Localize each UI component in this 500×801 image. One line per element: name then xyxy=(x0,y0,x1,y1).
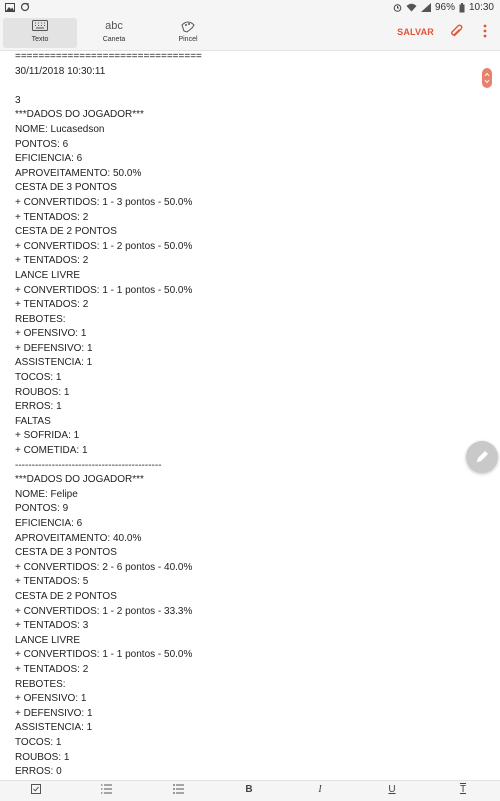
note-line: NOME: Felipe xyxy=(15,488,78,500)
note-line: + DEFENSIVO: 1 xyxy=(15,342,93,354)
note-line: TOCOS: 1 xyxy=(15,736,62,748)
numbered-list-icon xyxy=(100,784,112,794)
note-line: + CONVERTIDOS: 1 - 1 pontos - 50.0% xyxy=(15,284,193,296)
note-line: CESTA DE 3 PONTOS xyxy=(15,547,117,559)
note-line: + TENTADOS: 5 xyxy=(15,576,89,588)
note-line: ROUBOS: 1 xyxy=(15,386,70,398)
note-line: + OFENSIVO: 1 xyxy=(15,693,87,705)
keyboard-icon xyxy=(32,20,48,31)
tool-pen[interactable]: abc Caneta xyxy=(77,18,151,48)
format-bar: B I U T xyxy=(0,780,500,801)
note-line: TOCOS: 1 xyxy=(15,372,62,384)
save-button[interactable]: SALVAR xyxy=(397,27,434,37)
note-line: ERROS: 0 xyxy=(15,766,62,778)
note-line: EFICIENCIA: 6 xyxy=(15,518,83,529)
note-line: + CONVERTIDOS: 1 - 2 pontos - 33.3% xyxy=(15,605,193,617)
bullet-list-button[interactable] xyxy=(168,784,188,798)
tool-text-label: Texto xyxy=(31,36,49,43)
clock: 10:30 xyxy=(468,2,494,13)
note-line: LANCE LIVRE xyxy=(15,269,81,281)
underline-button[interactable]: U xyxy=(382,784,402,798)
brush-icon xyxy=(181,21,195,33)
note-line: PONTOS: 6 xyxy=(15,138,69,150)
note-line: 3 xyxy=(15,94,21,106)
note-line: ***DADOS DO JOGADOR*** xyxy=(15,109,144,121)
sync-icon xyxy=(20,2,30,12)
note-line: CESTA DE 2 PONTOS xyxy=(15,590,117,602)
note-line: CESTA DE 3 PONTOS xyxy=(15,182,117,194)
status-bar: 96% 10:30 xyxy=(0,0,500,16)
pencil-icon xyxy=(476,451,488,463)
more-options-icon[interactable] xyxy=(482,24,488,38)
note-line: CESTA DE 2 PONTOS xyxy=(15,226,117,238)
note-line: ----------------------------------------… xyxy=(15,459,162,471)
note-line xyxy=(15,79,470,94)
note-line: FALTAS xyxy=(15,415,51,427)
note-line: APROVEITAMENTO: 50.0% xyxy=(15,167,142,179)
note-line: + CONVERTIDOS: 2 - 6 pontos - 40.0% xyxy=(15,561,193,573)
note-line: + CONVERTIDOS: 1 - 2 pontos - 50.0% xyxy=(15,240,193,252)
note-line: + CONVERTIDOS: 1 - 1 pontos - 50.0% xyxy=(15,649,193,661)
bullet-list-icon xyxy=(172,784,184,794)
note-line: ASSISTENCIA: 1 xyxy=(15,722,93,734)
bold-button[interactable]: B xyxy=(239,784,259,798)
checkbox-list-button[interactable] xyxy=(26,784,46,798)
text-style-button[interactable]: T xyxy=(453,784,473,798)
note-line: + TENTADOS: 2 xyxy=(15,663,89,675)
note-line: ERROS: 1 xyxy=(15,401,62,413)
tool-brush[interactable]: Pincel xyxy=(151,18,225,48)
note-line: ASSISTENCIA: 1 xyxy=(15,357,93,369)
note-line: + COMETIDA: 1 xyxy=(15,445,88,457)
paperclip-icon[interactable] xyxy=(450,24,464,38)
note-line: + OFENSIVO: 1 xyxy=(15,328,87,340)
italic-button[interactable]: I xyxy=(310,784,330,798)
note-line: ================================ xyxy=(15,51,202,62)
numbered-list-button[interactable] xyxy=(96,784,116,798)
battery-level: 96% xyxy=(434,2,455,13)
note-text-area[interactable]: ================================ 30/11/20… xyxy=(15,50,470,780)
scrollbar-handle[interactable] xyxy=(482,68,492,88)
tool-text[interactable]: Texto xyxy=(3,18,77,48)
note-line: EFICIENCIA: 6 xyxy=(15,153,83,165)
tool-brush-label: Pincel xyxy=(178,36,198,43)
tool-pen-label: Caneta xyxy=(102,36,126,43)
note-line: + TENTADOS: 2 xyxy=(15,211,89,223)
checkbox-icon xyxy=(31,784,41,794)
note-line: ***DADOS DO JOGADOR*** xyxy=(15,474,144,486)
signal-icon xyxy=(420,3,431,12)
note-line: ROUBOS: 1 xyxy=(15,751,70,763)
note-line: LANCE LIVRE xyxy=(15,634,81,646)
note-line: 30/11/2018 10:30:11 xyxy=(15,65,106,77)
gallery-icon xyxy=(5,2,15,12)
note-line: + DEFENSIVO: 1 xyxy=(15,707,93,719)
note-line: REBOTES: xyxy=(15,313,66,325)
note-line: REBOTES: xyxy=(15,678,66,690)
pen-abc-icon: abc xyxy=(105,20,123,32)
alarm-icon xyxy=(393,4,402,12)
note-line: + TENTADOS: 3 xyxy=(15,620,89,632)
note-line: PONTOS: 9 xyxy=(15,503,69,515)
note-line: NOME: Lucasedson xyxy=(15,123,105,135)
note-line: + SOFRIDA: 1 xyxy=(15,430,80,442)
note-line: APROVEITAMENTO: 40.0% xyxy=(15,532,142,544)
note-line: + TENTADOS: 2 xyxy=(15,299,89,311)
handwriting-button[interactable] xyxy=(466,441,498,473)
note-line: + CONVERTIDOS: 1 - 3 pontos - 50.0% xyxy=(15,196,193,208)
note-line: + TENTADOS: 2 xyxy=(15,255,89,267)
battery-icon xyxy=(459,2,465,12)
wifi-icon xyxy=(406,3,417,12)
